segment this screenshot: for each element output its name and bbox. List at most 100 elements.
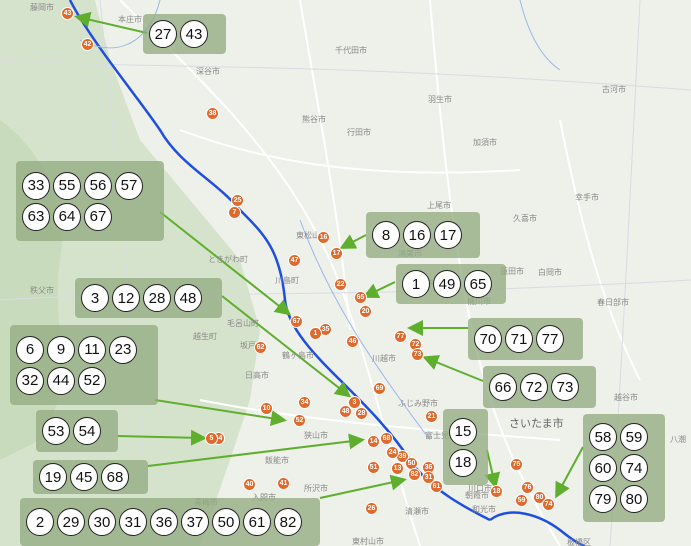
callout-number: 50 bbox=[212, 508, 240, 536]
map-marker[interactable]: 52 bbox=[293, 414, 306, 427]
callout-number: 36 bbox=[150, 508, 178, 536]
town-label: 鶴ヶ島市 bbox=[282, 351, 314, 360]
map-marker[interactable]: 67 bbox=[290, 315, 303, 328]
arrow-1-65 bbox=[362, 281, 396, 298]
callout-number: 80 bbox=[620, 485, 648, 513]
map-marker[interactable]: 68 bbox=[380, 432, 393, 445]
callout-number: 67 bbox=[84, 202, 112, 231]
map-marker[interactable]: 77 bbox=[394, 330, 407, 343]
map-marker[interactable]: 14 bbox=[367, 435, 380, 448]
callout-number: 8 bbox=[372, 221, 400, 249]
map-marker[interactable]: 75 bbox=[510, 458, 523, 471]
map-marker[interactable]: 10 bbox=[260, 402, 273, 415]
map-marker[interactable]: 62 bbox=[254, 341, 267, 354]
map-canvas[interactable]: 藤岡市本庄市深谷市熊谷市行田市羽生市加須市古河市鴻巣市久喜市幸手市東松山市北本市… bbox=[0, 0, 691, 546]
map-marker[interactable]: 7 bbox=[228, 206, 241, 219]
map-marker[interactable]: 69 bbox=[373, 382, 386, 395]
town-label: ときがわ町 bbox=[208, 255, 248, 264]
map-marker[interactable]: 17 bbox=[330, 247, 343, 260]
town-label: 越谷市 bbox=[614, 393, 638, 402]
callout-number: 71 bbox=[505, 325, 533, 353]
town-label: 清瀬市 bbox=[405, 507, 429, 516]
map-marker[interactable]: 5 bbox=[205, 432, 218, 445]
map-marker[interactable]: 47 bbox=[288, 254, 301, 267]
map-marker[interactable]: 20 bbox=[359, 305, 372, 318]
callout-number: 64 bbox=[53, 202, 81, 231]
town-label: 秩父市 bbox=[30, 286, 54, 295]
town-label: 行田市 bbox=[347, 128, 371, 137]
map-marker[interactable]: 34 bbox=[298, 396, 311, 409]
callout-box: 53 54 bbox=[36, 410, 118, 452]
town-label: 和光市 bbox=[472, 505, 496, 514]
arrow-8-17 bbox=[339, 234, 367, 249]
callout-number: 11 bbox=[78, 335, 106, 364]
map-marker[interactable]: 43 bbox=[61, 7, 74, 20]
town-label: さいたま市 bbox=[509, 417, 564, 430]
map-marker[interactable]: 61 bbox=[430, 480, 443, 493]
callout-number: 63 bbox=[22, 202, 50, 231]
map-marker[interactable]: 46 bbox=[346, 335, 359, 348]
callout-number: 56 bbox=[84, 171, 112, 200]
callout-number: 77 bbox=[536, 325, 564, 353]
map-marker[interactable]: 18 bbox=[490, 485, 503, 498]
callout-number: 55 bbox=[53, 171, 81, 200]
map-marker[interactable]: 24 bbox=[386, 446, 399, 459]
map-marker[interactable]: 74 bbox=[542, 498, 555, 511]
map-marker[interactable]: 65 bbox=[354, 291, 367, 304]
map-marker[interactable]: 13 bbox=[391, 462, 404, 475]
callout-number: 79 bbox=[589, 485, 617, 513]
town-label: 古河市 bbox=[602, 85, 626, 94]
callout-number: 57 bbox=[115, 171, 143, 200]
map-marker[interactable]: 51 bbox=[367, 461, 380, 474]
callout-number: 53 bbox=[42, 417, 70, 445]
map-marker[interactable]: 28 bbox=[355, 407, 368, 420]
callout-number: 15 bbox=[449, 417, 477, 446]
callout-number: 32 bbox=[16, 366, 44, 395]
map-marker[interactable]: 41 bbox=[277, 477, 290, 490]
callout-box: 8 16 17 bbox=[366, 212, 480, 258]
map-marker[interactable]: 48 bbox=[339, 405, 352, 418]
map-marker[interactable]: 82 bbox=[408, 468, 421, 481]
callout-box: 3 12 28 48 bbox=[75, 278, 222, 318]
stream bbox=[519, 0, 561, 71]
map-marker[interactable]: 22 bbox=[334, 278, 347, 291]
map-marker[interactable]: 1 bbox=[309, 327, 322, 340]
callout-box: 6 9 11 23 32 44 52 bbox=[10, 325, 158, 405]
map-marker[interactable]: 76 bbox=[521, 481, 534, 494]
town-label: 東村山市 bbox=[352, 537, 384, 546]
map-marker[interactable]: 16 bbox=[317, 231, 330, 244]
callout-number: 82 bbox=[274, 508, 302, 536]
callout-number: 31 bbox=[119, 508, 147, 536]
map-marker[interactable]: 38 bbox=[206, 107, 219, 120]
town-label: 狭山市 bbox=[304, 431, 328, 440]
callout-number: 48 bbox=[174, 284, 202, 312]
callout-number: 70 bbox=[474, 325, 502, 353]
callout-number: 18 bbox=[449, 448, 477, 477]
callout-box: 15 18 bbox=[443, 409, 488, 485]
map-marker[interactable]: 42 bbox=[81, 38, 94, 51]
map-marker[interactable]: 21 bbox=[425, 410, 438, 423]
map-marker[interactable]: 40 bbox=[243, 478, 256, 491]
town-label: 本庄市 bbox=[118, 15, 142, 24]
callout-number: 58 bbox=[589, 423, 617, 451]
callout-number: 43 bbox=[180, 20, 208, 48]
town-label: 川越市 bbox=[372, 354, 396, 363]
callout-number: 59 bbox=[620, 423, 648, 451]
town-label: 深谷市 bbox=[196, 67, 220, 76]
callout-box: 1 49 65 bbox=[396, 264, 506, 304]
town-label: 日高市 bbox=[245, 371, 269, 380]
town-label: 千代田市 bbox=[335, 46, 367, 55]
callout-number: 68 bbox=[101, 463, 129, 491]
map-marker[interactable]: 26 bbox=[365, 502, 378, 515]
town-label: 幸手市 bbox=[575, 193, 599, 202]
callout-number: 54 bbox=[73, 417, 101, 445]
map-marker[interactable]: 59 bbox=[515, 494, 528, 507]
callout-number: 12 bbox=[112, 284, 140, 312]
map-marker[interactable]: 73 bbox=[411, 348, 424, 361]
callout-number: 72 bbox=[520, 373, 548, 401]
callout-number: 17 bbox=[434, 221, 462, 249]
callout-number: 6 bbox=[16, 335, 44, 364]
callout-number: 52 bbox=[78, 366, 106, 395]
town-label: 久喜市 bbox=[513, 214, 537, 223]
town-label: 飯能市 bbox=[265, 456, 289, 465]
